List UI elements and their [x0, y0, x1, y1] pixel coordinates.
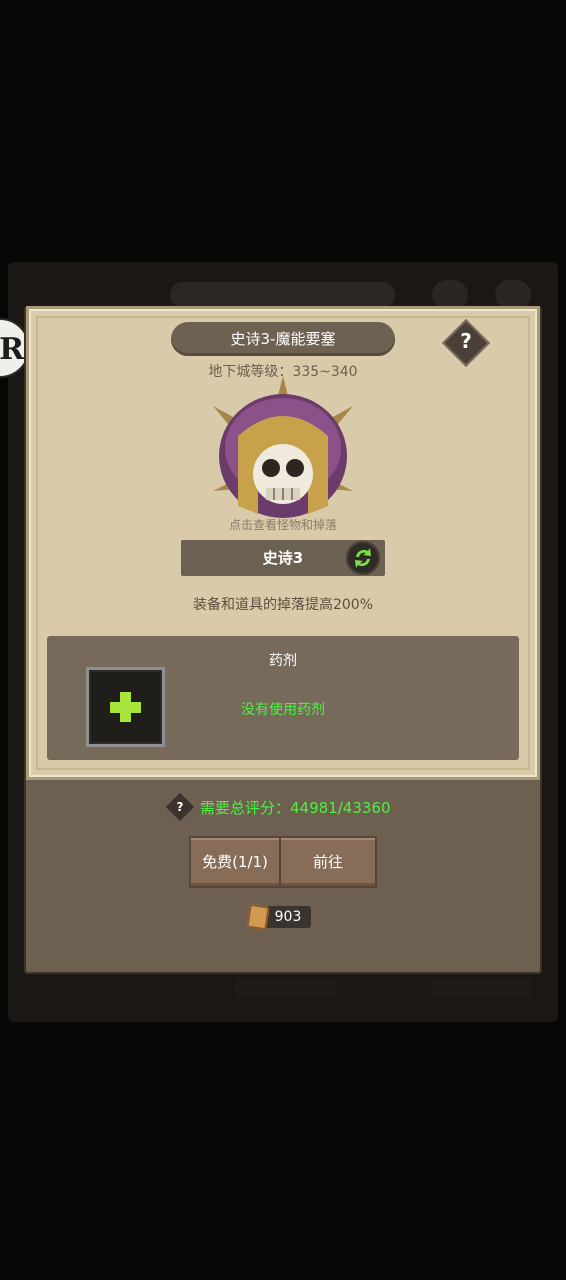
no-potion-text: 没有使用药剂 — [241, 702, 325, 718]
score-help-icon[interactable]: ? — [170, 797, 190, 817]
refresh-difficulty-icon[interactable] — [346, 541, 380, 575]
background-bar-right — [432, 978, 532, 998]
monster-click-hint[interactable]: 点击查看怪物和掉落 — [0, 516, 566, 533]
required-score: 需要总评分：44981/43360 — [200, 799, 391, 817]
add-potion-button[interactable] — [86, 667, 165, 747]
help-icon[interactable]: ? — [449, 326, 483, 360]
go-button[interactable]: 前往 — [281, 838, 375, 886]
monster-skull-helmet-icon[interactable] — [208, 376, 358, 526]
difficulty-label: 史诗3 — [262, 549, 304, 567]
background-title-bar — [170, 282, 395, 308]
ticket-count: 903 — [274, 909, 302, 925]
free-button[interactable]: 免费(1/1) — [191, 838, 279, 886]
drop-bonus-text: 装备和道具的掉落提高200% — [192, 597, 374, 613]
dungeon-title: 史诗3-魔能要塞 — [171, 322, 395, 356]
background-bar-left — [235, 978, 335, 998]
plus-icon — [110, 692, 141, 722]
